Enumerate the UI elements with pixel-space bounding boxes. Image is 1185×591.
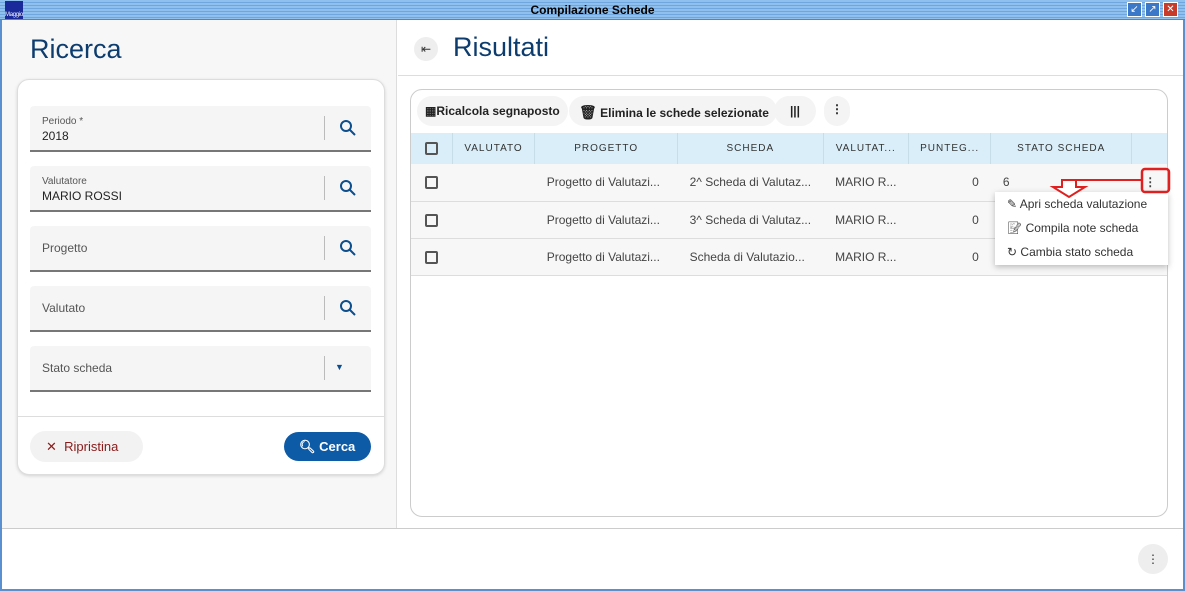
field-label: Stato scheda [42, 361, 113, 375]
cell-valutatore: MARIO R... [823, 238, 909, 276]
column-header[interactable]: SCHEDA [677, 133, 824, 164]
row-checkbox[interactable] [411, 201, 453, 239]
column-header[interactable]: VALUTATO [452, 133, 536, 164]
menu-label: Compila note scheda [1025, 221, 1139, 235]
cell-punteggio: 0 [908, 201, 991, 239]
field-label: Valutatore [42, 176, 87, 187]
column-header[interactable]: PUNTEG... [908, 133, 992, 164]
cell-scheda: 2^ Scheda di Valutaz... [677, 164, 824, 202]
toggle-panel-icon[interactable]: ⇤ [414, 37, 438, 61]
delete-label: Elimina le schede selezionate [600, 106, 769, 120]
search-form: Periodo * 2018 Valutatore MARIO ROSSI Pr… [17, 79, 385, 475]
close-button[interactable]: ✕ [1163, 2, 1178, 17]
cell-valutato [452, 164, 535, 202]
menu-item-notes[interactable]: 📝︎ Compila note scheda [995, 216, 1168, 240]
menu-item-open[interactable]: ✎ Apri scheda valutazione [995, 192, 1168, 216]
bottom-bar: ⋮ [2, 528, 1183, 589]
search-icon[interactable] [339, 119, 357, 137]
cell-valutatore: MARIO R... [823, 201, 909, 239]
column-header[interactable]: VALUTAT... [823, 133, 909, 164]
valutatore-field[interactable]: Valutatore MARIO ROSSI [30, 166, 371, 212]
title-bar: Maggioli Compilazione Schede ↙ ↗ ✕ [0, 0, 1185, 20]
results-title: Risultati [453, 32, 550, 62]
search-title: Ricerca [30, 34, 122, 64]
results-card: ▦Ricalcola segnaposto 🗑︎ Elimina le sche… [410, 89, 1168, 517]
results-panel: ⇤ Risultati ▦Ricalcola segnaposto 🗑︎ Eli… [398, 20, 1183, 528]
row-checkbox[interactable] [411, 238, 453, 276]
field-label: Valutato [42, 301, 86, 315]
minimize-button[interactable]: ↙ [1127, 2, 1142, 17]
recalc-button[interactable]: ▦Ricalcola segnaposto [417, 96, 568, 126]
search-icon[interactable] [339, 299, 357, 317]
periodo-field[interactable]: Periodo * 2018 [30, 106, 371, 152]
calculator-icon: ▦ [425, 104, 437, 118]
recalc-label: Ricalcola segnaposto [436, 104, 560, 118]
menu-label: Apri scheda valutazione [1019, 197, 1148, 211]
reset-label: Ripristina [64, 439, 119, 454]
reset-button[interactable]: ✕ Ripristina [30, 431, 143, 462]
delete-selected-button[interactable]: 🗑︎ Elimina le schede selezionate [569, 96, 777, 126]
pencil-icon: ✎ [1007, 197, 1018, 211]
search-icon[interactable] [339, 179, 357, 197]
cell-progetto: Progetto di Valutazi... [534, 164, 678, 202]
close-icon: ✕ [46, 439, 57, 454]
more-options-button[interactable]: ⋮ [1138, 544, 1168, 574]
field-value: MARIO ROSSI [42, 189, 123, 203]
select-all-checkbox[interactable] [411, 133, 453, 164]
menu-item-change-state[interactable]: ↻ Cambia stato scheda [995, 240, 1168, 264]
columns-button[interactable]: ||| [774, 96, 816, 126]
row-checkbox[interactable] [411, 164, 453, 202]
menu-label: Cambia stato scheda [1020, 245, 1134, 259]
refresh-icon: ↻ [1007, 245, 1018, 259]
cell-valutatore: MARIO R... [823, 164, 909, 202]
cell-scheda: Scheda di Valutazio... [677, 238, 824, 276]
valutato-field[interactable]: Valutato [30, 286, 371, 332]
more-toolbar-button[interactable]: ⋮ [824, 96, 850, 126]
field-label: Periodo * [42, 116, 84, 127]
progetto-field[interactable]: Progetto [30, 226, 371, 272]
cell-punteggio: 0 [908, 238, 991, 276]
maximize-button[interactable]: ↗ [1145, 2, 1160, 17]
cell-valutato [452, 238, 535, 276]
search-panel: Ricerca Periodo * 2018 Valutatore MARIO … [2, 20, 397, 528]
cell-valutato [452, 201, 535, 239]
stato-scheda-select[interactable]: Stato scheda ▼ [30, 346, 371, 392]
field-value: 2018 [42, 129, 69, 143]
cell-progetto: Progetto di Valutazi... [534, 201, 678, 239]
column-header[interactable]: STATO SCHEDA [990, 133, 1133, 164]
search-icon: 🔍︎ [299, 439, 316, 454]
search-label: Cerca [319, 439, 356, 454]
search-icon[interactable] [339, 239, 357, 257]
cell-punteggio: 0 [908, 164, 991, 202]
field-label: Progetto [42, 241, 88, 255]
row-context-menu: ✎ Apri scheda valutazione 📝︎ Compila not… [995, 192, 1168, 265]
trash-icon: 🗑︎ [579, 104, 597, 120]
notes-icon: 📝︎ [1007, 221, 1023, 235]
cell-scheda: 3^ Scheda di Valutaz... [677, 201, 824, 239]
dropdown-arrow-icon[interactable]: ▼ [335, 362, 353, 380]
cell-progetto: Progetto di Valutazi... [534, 238, 678, 276]
column-header[interactable]: PROGETTO [534, 133, 679, 164]
search-button[interactable]: 🔍︎ Cerca [284, 432, 371, 461]
window-title: Compilazione Schede [530, 3, 655, 17]
